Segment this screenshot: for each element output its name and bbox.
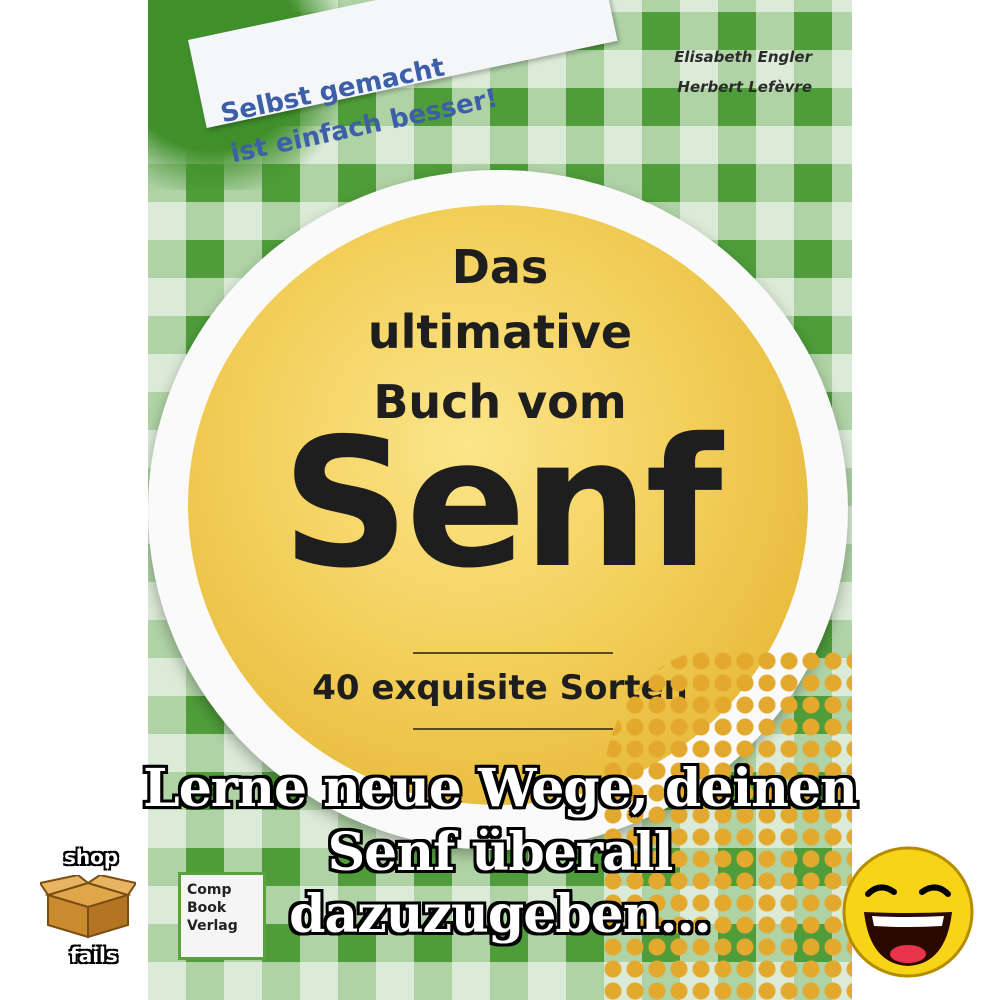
cardboard-box-icon bbox=[40, 875, 136, 939]
badge-top-text: shop bbox=[64, 845, 119, 869]
shop-fails-badge: shop fails bbox=[30, 845, 150, 975]
title-line-2: ultimative bbox=[367, 305, 633, 359]
title-main: Senf bbox=[281, 400, 722, 607]
laughing-face-icon bbox=[842, 846, 974, 978]
badge-bottom-text: fails bbox=[70, 943, 118, 967]
author-name-2: Herbert Lefèvre bbox=[677, 78, 812, 96]
divider-bottom bbox=[413, 728, 613, 730]
divider-top bbox=[413, 652, 613, 654]
author-name-1: Elisabeth Engler bbox=[674, 48, 812, 66]
title-line-1: Das bbox=[451, 240, 549, 294]
caption-line-1: Lerne neue Wege, deinen bbox=[143, 758, 858, 819]
